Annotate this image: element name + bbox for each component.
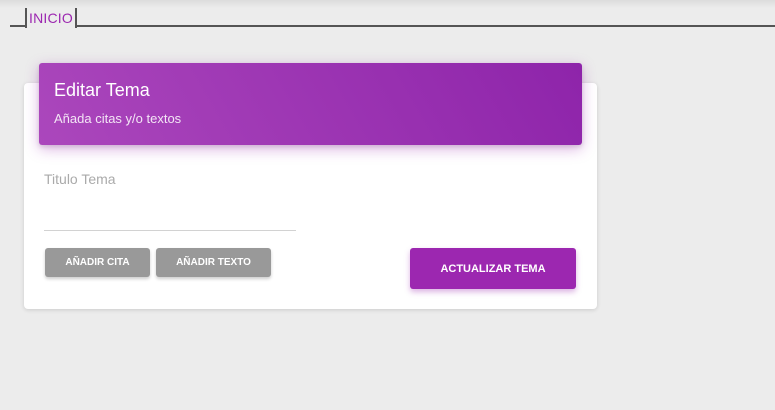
add-text-button[interactable]: AÑADIR TEXTO — [156, 248, 271, 277]
card-header: Editar Tema Añada citas y/o textos — [39, 63, 582, 145]
update-topic-button[interactable]: ACTUALIZAR TEMA — [410, 248, 576, 289]
top-shadow-bar — [0, 0, 775, 8]
nav-tab-label: INICIO — [29, 10, 73, 26]
topic-title-label: Titulo Tema — [44, 171, 116, 187]
nav-tab-inicio[interactable]: INICIO — [25, 8, 77, 28]
add-quote-button[interactable]: AÑADIR CITA — [45, 248, 150, 277]
card-title: Editar Tema — [54, 80, 150, 100]
nav-underline — [10, 25, 775, 27]
topic-title-input[interactable] — [44, 200, 296, 231]
card-subtitle: Añada citas y/o textos — [54, 111, 182, 126]
